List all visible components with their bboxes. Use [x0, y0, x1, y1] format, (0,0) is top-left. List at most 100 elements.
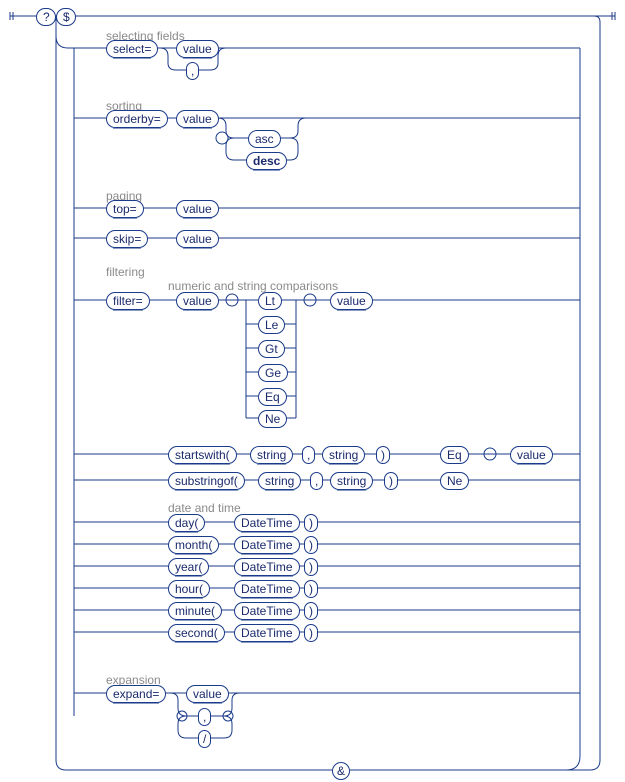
node-minute-close: )	[304, 602, 318, 620]
filter-value1-text: value	[183, 293, 212, 309]
top-value-text: value	[183, 201, 212, 217]
node-select-value: value	[176, 40, 219, 58]
asc-text: asc	[255, 131, 274, 147]
filter-kw-text: filter=	[113, 293, 143, 309]
gt-text: Gt	[265, 341, 278, 357]
node-desc: desc	[246, 152, 287, 170]
substringof-arg1-text: string	[265, 473, 294, 489]
node-substringof-comma: ,	[310, 472, 323, 490]
label-filtering: filtering	[106, 264, 145, 280]
second-text: second(	[175, 625, 218, 641]
dollar-text: $	[63, 9, 70, 25]
node-month-arg: DateTime	[234, 536, 300, 554]
node-substringof-arg1: string	[258, 472, 301, 490]
node-skip-keyword: skip=	[106, 230, 148, 248]
node-year-close: )	[304, 558, 318, 576]
day-text: day(	[175, 515, 198, 531]
amp-text: &	[337, 763, 345, 779]
node-second-close: )	[304, 624, 318, 642]
node-startswith-arg1: string	[250, 446, 293, 464]
node-second: second(	[168, 624, 225, 642]
node-op-le: Le	[258, 316, 285, 334]
eq-text: Eq	[265, 389, 280, 405]
node-op-lt: Lt	[258, 292, 282, 310]
node-substringof-arg2: string	[330, 472, 373, 490]
orderby-kw-text: orderby=	[113, 111, 161, 127]
le-text: Le	[265, 317, 278, 333]
node-substringof-close: )	[384, 472, 398, 490]
select-value-text: value	[183, 41, 212, 57]
second-close-text: )	[309, 625, 313, 641]
desc-text: desc	[253, 153, 280, 169]
node-op-eq: Eq	[258, 388, 287, 406]
railroad-lines	[0, 0, 625, 782]
node-year-arg: DateTime	[234, 558, 300, 576]
day-arg-text: DateTime	[241, 515, 293, 531]
ge-text: Ge	[265, 365, 281, 381]
substringof-ne-text: Ne	[447, 473, 462, 489]
month-arg-text: DateTime	[241, 537, 293, 553]
node-op-ge: Ge	[258, 364, 288, 382]
node-dollar: $	[56, 8, 76, 26]
top-kw-text: top=	[113, 201, 137, 217]
node-top-keyword: top=	[106, 200, 144, 218]
node-expand-keyword: expand=	[106, 685, 166, 703]
day-close-text: )	[309, 515, 313, 531]
select-comma-text: ,	[191, 63, 194, 79]
node-year: year(	[168, 558, 209, 576]
minute-close-text: )	[309, 603, 313, 619]
year-close-text: )	[309, 559, 313, 575]
node-filter-value2: value	[330, 292, 373, 310]
hour-text: hour(	[175, 581, 203, 597]
substringof-close-text: )	[389, 473, 393, 489]
year-arg-text: DateTime	[241, 559, 293, 575]
month-text: month(	[175, 537, 212, 553]
node-day-close: )	[304, 514, 318, 532]
node-hour: hour(	[168, 580, 210, 598]
node-day: day(	[168, 514, 205, 532]
substringof-arg2-text: string	[337, 473, 366, 489]
month-close-text: )	[309, 537, 313, 553]
node-hour-close: )	[304, 580, 318, 598]
node-expand-value: value	[186, 685, 229, 703]
startswith-eq-text: Eq	[447, 447, 462, 463]
node-select-comma: ,	[186, 62, 199, 80]
year-text: year(	[175, 559, 202, 575]
lt-text: Lt	[265, 293, 275, 309]
startswith-val-text: value	[517, 447, 546, 463]
node-startswith-close: )	[376, 446, 390, 464]
node-minute: minute(	[168, 602, 222, 620]
expand-kw-text: expand=	[113, 686, 159, 702]
minute-arg-text: DateTime	[241, 603, 293, 619]
startswith-comma-text: ,	[307, 447, 310, 463]
skip-kw-text: skip=	[113, 231, 141, 247]
orderby-value-text: value	[183, 111, 212, 127]
filter-value2-text: value	[337, 293, 366, 309]
node-ampersand: &	[332, 762, 350, 780]
node-expand-comma: ,	[198, 708, 211, 726]
node-asc: asc	[248, 130, 281, 148]
node-op-gt: Gt	[258, 340, 285, 358]
node-select-keyword: select=	[106, 40, 158, 58]
node-filter-keyword: filter=	[106, 292, 150, 310]
startswith-arg1-text: string	[257, 447, 286, 463]
node-startswith-val: value	[510, 446, 553, 464]
expand-value-text: value	[193, 686, 222, 702]
hour-arg-text: DateTime	[241, 581, 293, 597]
node-startswith-arg2: string	[322, 446, 365, 464]
node-month: month(	[168, 536, 219, 554]
ne-text: Ne	[265, 411, 280, 427]
node-filter-value1: value	[176, 292, 219, 310]
node-substringof: substringof(	[168, 472, 245, 490]
skip-value-text: value	[183, 231, 212, 247]
node-startswith: startswith(	[168, 446, 237, 464]
node-minute-arg: DateTime	[234, 602, 300, 620]
second-arg-text: DateTime	[241, 625, 293, 641]
node-month-close: )	[304, 536, 318, 554]
node-startswith-comma: ,	[302, 446, 315, 464]
node-orderby-value: value	[176, 110, 219, 128]
substringof-text: substringof(	[175, 473, 238, 489]
node-expand-slash: /	[198, 730, 211, 748]
startswith-text: startswith(	[175, 447, 230, 463]
substringof-comma-text: ,	[315, 473, 318, 489]
